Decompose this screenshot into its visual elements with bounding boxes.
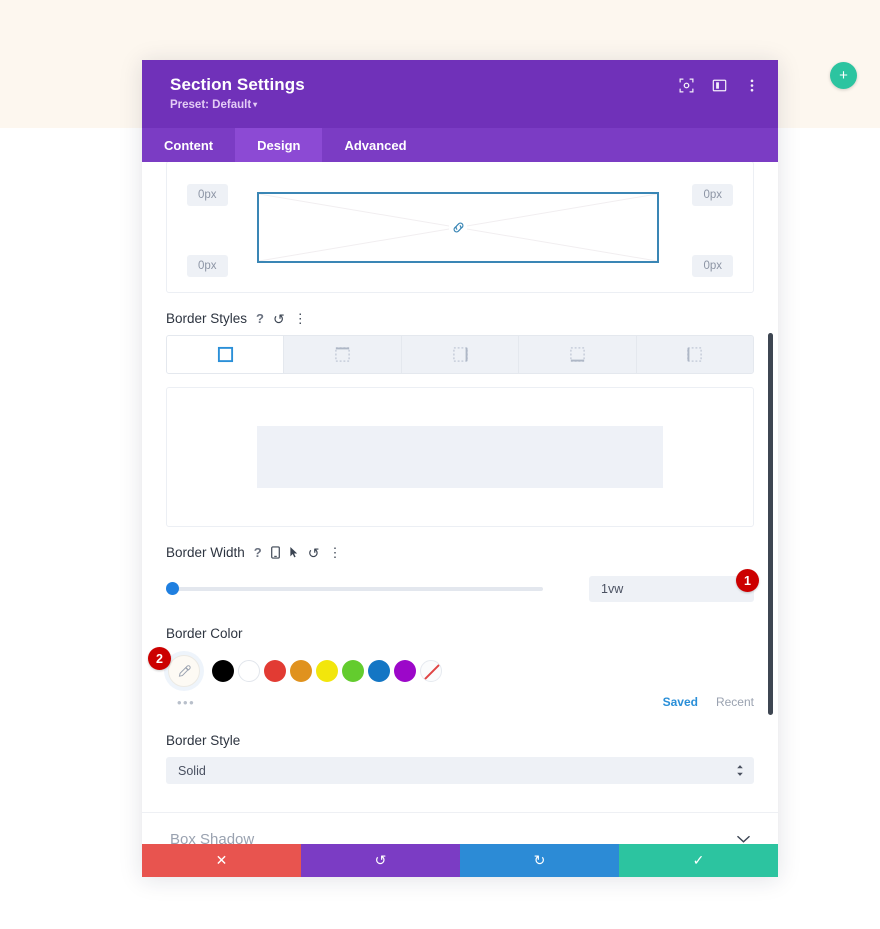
page-title: Section Settings — [170, 75, 305, 94]
swatch-white[interactable] — [238, 660, 260, 682]
slider-track — [166, 587, 543, 591]
border-width-slider-row: 1vw — [142, 576, 778, 602]
add-section-fab[interactable]: + — [830, 62, 857, 89]
tab-design[interactable]: Design — [235, 128, 323, 162]
slider-handle[interactable] — [166, 582, 179, 595]
swatch-orange[interactable] — [290, 660, 312, 682]
link-icon[interactable] — [449, 218, 467, 237]
more-colors-icon[interactable]: ••• — [177, 696, 195, 709]
swatch-purple[interactable] — [394, 660, 416, 682]
step-badge-1: 1 — [736, 569, 759, 592]
border-top-button[interactable] — [284, 336, 402, 373]
undo-icon: ↺ — [374, 852, 387, 868]
scrollbar-track[interactable] — [768, 162, 776, 844]
tab-recent-colors[interactable]: Recent — [716, 695, 754, 709]
radius-bottom-left[interactable]: 0px — [187, 255, 228, 277]
border-width-label-row: Border Width ? ↺ ⋮ — [142, 545, 778, 560]
tab-saved-colors[interactable]: Saved — [663, 695, 698, 709]
reset-icon[interactable]: ↺ — [308, 546, 320, 560]
border-width-slider[interactable] — [166, 582, 543, 595]
radius-preview-box — [257, 192, 659, 263]
cursor-pointer-icon[interactable] — [289, 546, 299, 559]
modal-body: 0px 0px 0px 0px Border Styles ? ↺ ⋮ Bord… — [142, 162, 778, 844]
kebab-menu-icon[interactable]: ⋮ — [328, 546, 341, 559]
focus-target-icon[interactable] — [678, 77, 694, 93]
chevron-down-icon — [737, 832, 750, 844]
border-width-label: Border Width — [166, 545, 245, 560]
swatch-yellow[interactable] — [316, 660, 338, 682]
eyedropper-icon — [178, 664, 191, 677]
redo-icon: ↻ — [533, 852, 546, 868]
border-color-label: Border Color — [166, 626, 243, 641]
mobile-device-icon[interactable] — [270, 546, 280, 559]
border-width-value: 1vw — [601, 582, 624, 596]
modal-footer: ✕ ↺ ↻ ✓ — [142, 844, 778, 877]
border-right-button[interactable] — [401, 336, 520, 373]
border-width-input[interactable]: 1vw — [589, 576, 754, 602]
border-left-button[interactable] — [636, 336, 753, 373]
tab-content[interactable]: Content — [142, 128, 235, 162]
layout-columns-icon[interactable] — [711, 77, 727, 93]
preset-label: Preset: Default — [170, 99, 252, 112]
border-styles-label: Border Styles — [166, 311, 248, 326]
help-icon[interactable]: ? — [256, 312, 264, 325]
reset-icon[interactable]: ↺ — [273, 312, 285, 326]
kebab-menu-icon[interactable]: ⋮ — [294, 312, 307, 325]
modal-header: Section Settings Preset: Default ▾ — [142, 60, 778, 128]
tab-advanced[interactable]: Advanced — [322, 128, 428, 162]
radius-bottom-right[interactable]: 0px — [692, 255, 733, 277]
radius-top-right[interactable]: 0px — [692, 184, 733, 206]
border-style-label: Border Style — [166, 733, 241, 748]
box-shadow-accordion[interactable]: Box Shadow — [142, 812, 778, 844]
border-preview-card — [166, 387, 754, 527]
radius-top-left[interactable]: 0px — [187, 184, 228, 206]
tab-bar: Content Design Advanced — [142, 128, 778, 162]
help-icon[interactable]: ? — [254, 546, 262, 559]
kebab-menu-icon[interactable] — [744, 77, 760, 93]
border-preview-block — [257, 426, 663, 488]
redo-button[interactable]: ↻ — [460, 844, 619, 877]
close-icon: ✕ — [215, 852, 228, 868]
header-icon-group — [678, 77, 760, 93]
scrollbar-thumb[interactable] — [768, 333, 773, 715]
plus-icon: + — [839, 67, 848, 84]
swatch-blue[interactable] — [368, 660, 390, 682]
border-styles-tabs — [166, 335, 754, 374]
step-badge-2: 2 — [148, 647, 171, 670]
chevron-down-icon: ▾ — [253, 100, 258, 110]
color-options-row: ••• Saved Recent — [142, 695, 778, 709]
undo-button[interactable]: ↺ — [301, 844, 460, 877]
cancel-button[interactable]: ✕ — [142, 844, 301, 877]
border-style-select[interactable]: Solid — [166, 757, 754, 784]
border-radius-widget: 0px 0px 0px 0px — [166, 162, 754, 293]
preset-selector[interactable]: Preset: Default ▾ — [170, 99, 257, 111]
color-source-tabs: Saved Recent — [663, 695, 778, 709]
swatch-red[interactable] — [264, 660, 286, 682]
swatch-green[interactable] — [342, 660, 364, 682]
border-color-swatches — [142, 651, 778, 691]
box-shadow-label: Box Shadow — [170, 831, 255, 844]
border-style-value: Solid — [178, 763, 206, 778]
chevron-updown-icon — [736, 764, 744, 777]
eyedropper-button[interactable] — [168, 655, 200, 687]
border-all-button[interactable] — [167, 336, 285, 373]
swatch-transparent[interactable] — [420, 660, 442, 682]
border-styles-label-row: Border Styles ? ↺ ⋮ — [142, 311, 778, 326]
border-bottom-button[interactable] — [519, 336, 637, 373]
swatch-black[interactable] — [212, 660, 234, 682]
section-settings-modal: Section Settings Preset: Default ▾ Conte… — [142, 60, 778, 877]
check-icon: ✓ — [692, 852, 705, 868]
save-button[interactable]: ✓ — [619, 844, 778, 877]
